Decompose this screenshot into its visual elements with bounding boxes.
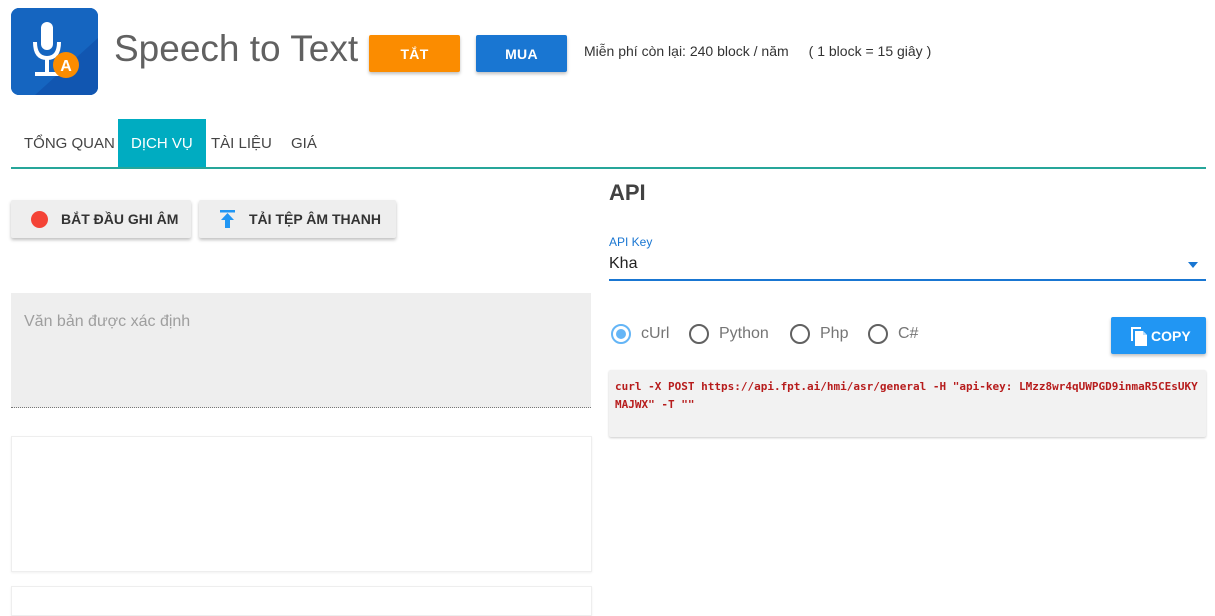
tab-pricing[interactable]: GIÁ	[278, 119, 330, 167]
upload-audio-button[interactable]: TẢI TỆP ÂM THANH	[199, 200, 396, 238]
radio-unchecked-icon	[790, 324, 810, 344]
upload-arrow-icon	[220, 210, 235, 228]
radio-unchecked-icon	[689, 324, 709, 344]
radio-php[interactable]: Php	[790, 322, 848, 346]
buy-button[interactable]: MUA	[476, 35, 567, 72]
recognized-text-area[interactable]: Văn bản được xác định	[11, 293, 591, 408]
copy-icon	[1131, 326, 1147, 346]
code-snippet: curl -X POST https://api.fpt.ai/hmi/asr/…	[609, 370, 1206, 437]
upload-audio-label: TẢI TỆP ÂM THANH	[249, 211, 381, 227]
api-key-value: Kha	[609, 255, 638, 272]
api-key-label: API Key	[609, 235, 653, 249]
recognized-text-placeholder: Văn bản được xác định	[24, 313, 191, 330]
start-recording-button[interactable]: BẮT ĐẦU GHI ÂM	[11, 200, 191, 238]
tab-services[interactable]: DỊCH VỤ	[118, 119, 206, 167]
record-dot-icon	[31, 210, 48, 228]
free-quota-info: Miễn phí còn lại: 240 block / năm ( 1 blo…	[584, 43, 931, 59]
copy-button[interactable]: COPY	[1111, 317, 1206, 354]
app-title: Speech to Text	[114, 28, 359, 69]
tab-overview[interactable]: TỔNG QUAN	[11, 119, 128, 167]
start-recording-label: BẮT ĐẦU GHI ÂM	[61, 211, 179, 227]
main-tabs: TỔNG QUAN DỊCH VỤ TÀI LIỆU GIÁ	[11, 119, 1206, 169]
radio-unchecked-icon	[868, 324, 888, 344]
logo-letter: A	[60, 58, 72, 75]
audio-player-card	[11, 436, 592, 572]
api-key-select[interactable]: Kha	[609, 251, 1206, 281]
secondary-card	[11, 586, 592, 616]
copy-button-label: COPY	[1151, 327, 1191, 344]
radio-csharp-label: C#	[898, 325, 919, 342]
radio-csharp[interactable]: C#	[868, 322, 918, 346]
off-button[interactable]: TẮT	[369, 35, 460, 72]
app-header: A Speech to Text TẮT MUA Miễn phí còn lạ…	[0, 0, 1215, 110]
api-title: API	[609, 180, 646, 205]
app-logo-icon: A	[11, 8, 98, 95]
radio-php-label: Php	[820, 325, 849, 342]
radio-curl-label: cUrl	[641, 325, 670, 342]
caret-down-icon	[1188, 262, 1198, 268]
free-remaining-text: Miễn phí còn lại: 240 block / năm	[584, 43, 789, 59]
radio-curl[interactable]: cUrl	[611, 322, 669, 346]
radio-python-label: Python	[719, 325, 769, 342]
block-note-text: ( 1 block = 15 giây )	[808, 43, 932, 59]
tab-documents[interactable]: TÀI LIỆU	[198, 119, 285, 167]
radio-python[interactable]: Python	[689, 322, 769, 346]
radio-checked-icon	[611, 324, 631, 344]
